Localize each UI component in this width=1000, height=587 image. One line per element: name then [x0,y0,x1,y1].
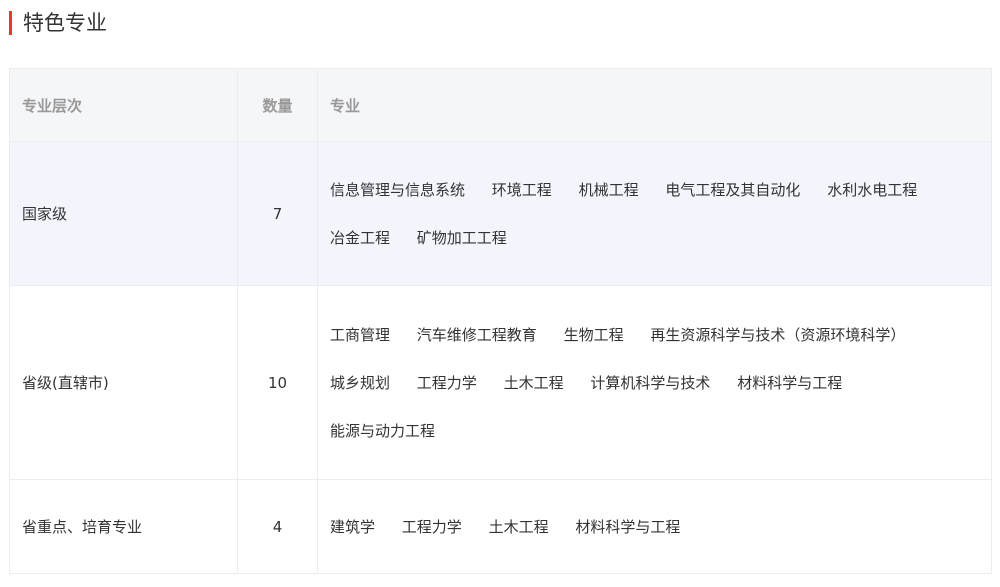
major-item: 建筑学 [330,517,376,536]
accent-bar [9,11,12,35]
major-item: 再生资源科学与技术（资源环境科学） [650,325,906,344]
major-item: 机械工程 [578,180,639,199]
major-line: 冶金工程 矿物加工工程 [330,214,979,262]
major-item: 能源与动力工程 [330,421,436,440]
major-item: 工程力学 [416,373,477,392]
majors-cell: 建筑学 工程力学 土木工程 材料科学与工程 [317,479,992,574]
major-line: 建筑学 工程力学 土木工程 材料科学与工程 [330,503,979,551]
majors-cell: 信息管理与信息系统 环境工程 机械工程 电气工程及其自动化 水利水电工程 冶金工… [317,141,992,286]
major-item: 矿物加工工程 [416,228,507,247]
major-line: 能源与动力工程 [330,407,979,455]
major-item: 工程力学 [401,517,462,536]
major-item: 工商管理 [330,325,391,344]
table-row: 省级(直辖市) 10 工商管理 汽车维修工程教育 生物工程 再生资源科学与技术（… [9,285,992,480]
major-list: 信息管理与信息系统 环境工程 机械工程 电气工程及其自动化 水利水电工程 冶金工… [330,166,979,262]
level-cell: 省重点、培育专业 [9,479,238,574]
header-majors: 专业 [317,68,992,142]
table-header-row: 专业层次 数量 专业 [9,68,992,142]
count-cell: 10 [237,285,318,480]
table-row: 省重点、培育专业 4 建筑学 工程力学 土木工程 材料科学与工程 [9,479,992,574]
level-cell: 省级(直辖市) [9,285,238,480]
major-item: 城乡规划 [330,373,391,392]
major-item: 材料科学与工程 [575,517,681,536]
section-header: 特色专业 [9,9,107,37]
major-item: 土木工程 [503,373,564,392]
major-line: 信息管理与信息系统 环境工程 机械工程 电气工程及其自动化 水利水电工程 [330,166,979,214]
major-line: 城乡规划 工程力学 土木工程 计算机科学与技术 材料科学与工程 [330,359,979,407]
majors-table: 专业层次 数量 专业 国家级 7 信息管理与信息系统 环境工程 机械工程 电气工… [9,68,992,574]
table-row: 国家级 7 信息管理与信息系统 环境工程 机械工程 电气工程及其自动化 水利水电… [9,141,992,286]
major-item: 土木工程 [488,517,549,536]
major-list: 建筑学 工程力学 土木工程 材料科学与工程 [330,503,979,551]
count-cell: 7 [237,141,318,286]
major-item: 生物工程 [563,325,624,344]
header-count: 数量 [237,68,318,142]
major-line: 工商管理 汽车维修工程教育 生物工程 再生资源科学与技术（资源环境科学） [330,311,979,359]
major-item: 汽车维修工程教育 [416,325,537,344]
level-cell: 国家级 [9,141,238,286]
count-cell: 4 [237,479,318,574]
major-item: 信息管理与信息系统 [330,180,466,199]
major-item: 材料科学与工程 [737,373,843,392]
major-item: 环境工程 [491,180,552,199]
major-list: 工商管理 汽车维修工程教育 生物工程 再生资源科学与技术（资源环境科学） 城乡规… [330,311,979,455]
major-item: 冶金工程 [330,228,391,247]
majors-cell: 工商管理 汽车维修工程教育 生物工程 再生资源科学与技术（资源环境科学） 城乡规… [317,285,992,480]
major-item: 计算机科学与技术 [590,373,711,392]
section-title: 特色专业 [23,11,107,35]
major-item: 电气工程及其自动化 [665,180,801,199]
major-item: 水利水电工程 [827,180,918,199]
header-level: 专业层次 [9,68,238,142]
